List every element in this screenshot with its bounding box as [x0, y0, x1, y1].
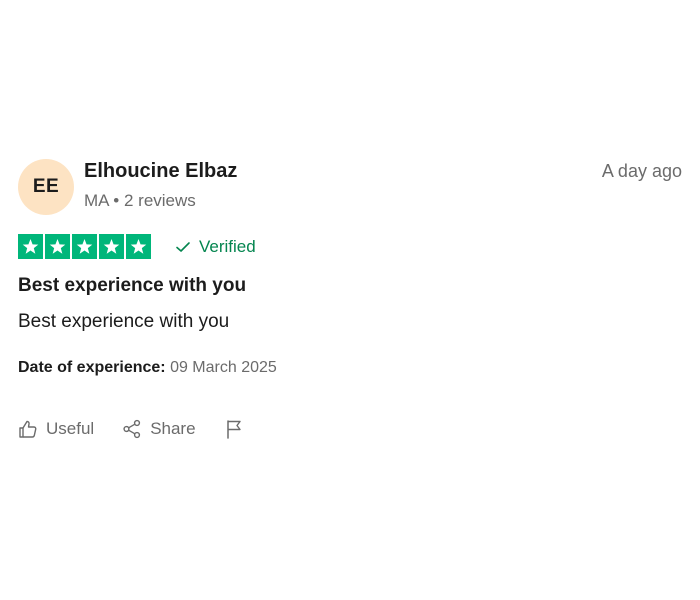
review-card: EE Elhoucine Elbaz MA • 2 reviews A day …	[18, 157, 682, 439]
thumbs-up-icon	[19, 420, 37, 438]
verified-label: Verified	[199, 236, 256, 256]
review-title[interactable]: Best experience with you	[18, 275, 246, 297]
star-icon	[45, 234, 70, 259]
verified-badge[interactable]: Verified	[175, 237, 256, 257]
star-icon	[72, 234, 97, 259]
experience-label: Date of experience:	[18, 359, 166, 376]
meta-separator: •	[113, 191, 120, 210]
useful-label: Useful	[46, 419, 95, 438]
avatar[interactable]: EE	[18, 159, 74, 215]
share-button[interactable]: Share	[122, 419, 196, 439]
experience-date: 09 March 2025	[170, 359, 277, 376]
review-header: EE Elhoucine Elbaz MA • 2 reviews A day …	[18, 157, 682, 217]
review-body: Best experience with you	[18, 311, 230, 332]
star-icon	[126, 234, 151, 259]
consumer-meta: MA • 2 reviews	[84, 191, 196, 211]
consumer-review-count: 2 reviews	[123, 191, 196, 210]
rating-row: Verified	[18, 234, 256, 259]
useful-button[interactable]: Useful	[18, 419, 94, 439]
star-icon	[18, 234, 43, 259]
date-of-experience: Date of experience: 09 March 2025	[18, 359, 277, 377]
consumer-country: MA	[84, 191, 109, 210]
review-date: A day ago	[601, 161, 682, 181]
report-button[interactable]	[224, 419, 252, 439]
star-rating	[18, 234, 151, 259]
share-label: Share	[150, 419, 196, 438]
checkmark-icon	[175, 239, 191, 255]
share-icon	[123, 419, 141, 439]
consumer-name[interactable]: Elhoucine Elbaz	[84, 160, 237, 183]
review-actions: Useful Share	[18, 419, 280, 439]
star-icon	[99, 234, 124, 259]
flag-icon	[226, 420, 241, 439]
